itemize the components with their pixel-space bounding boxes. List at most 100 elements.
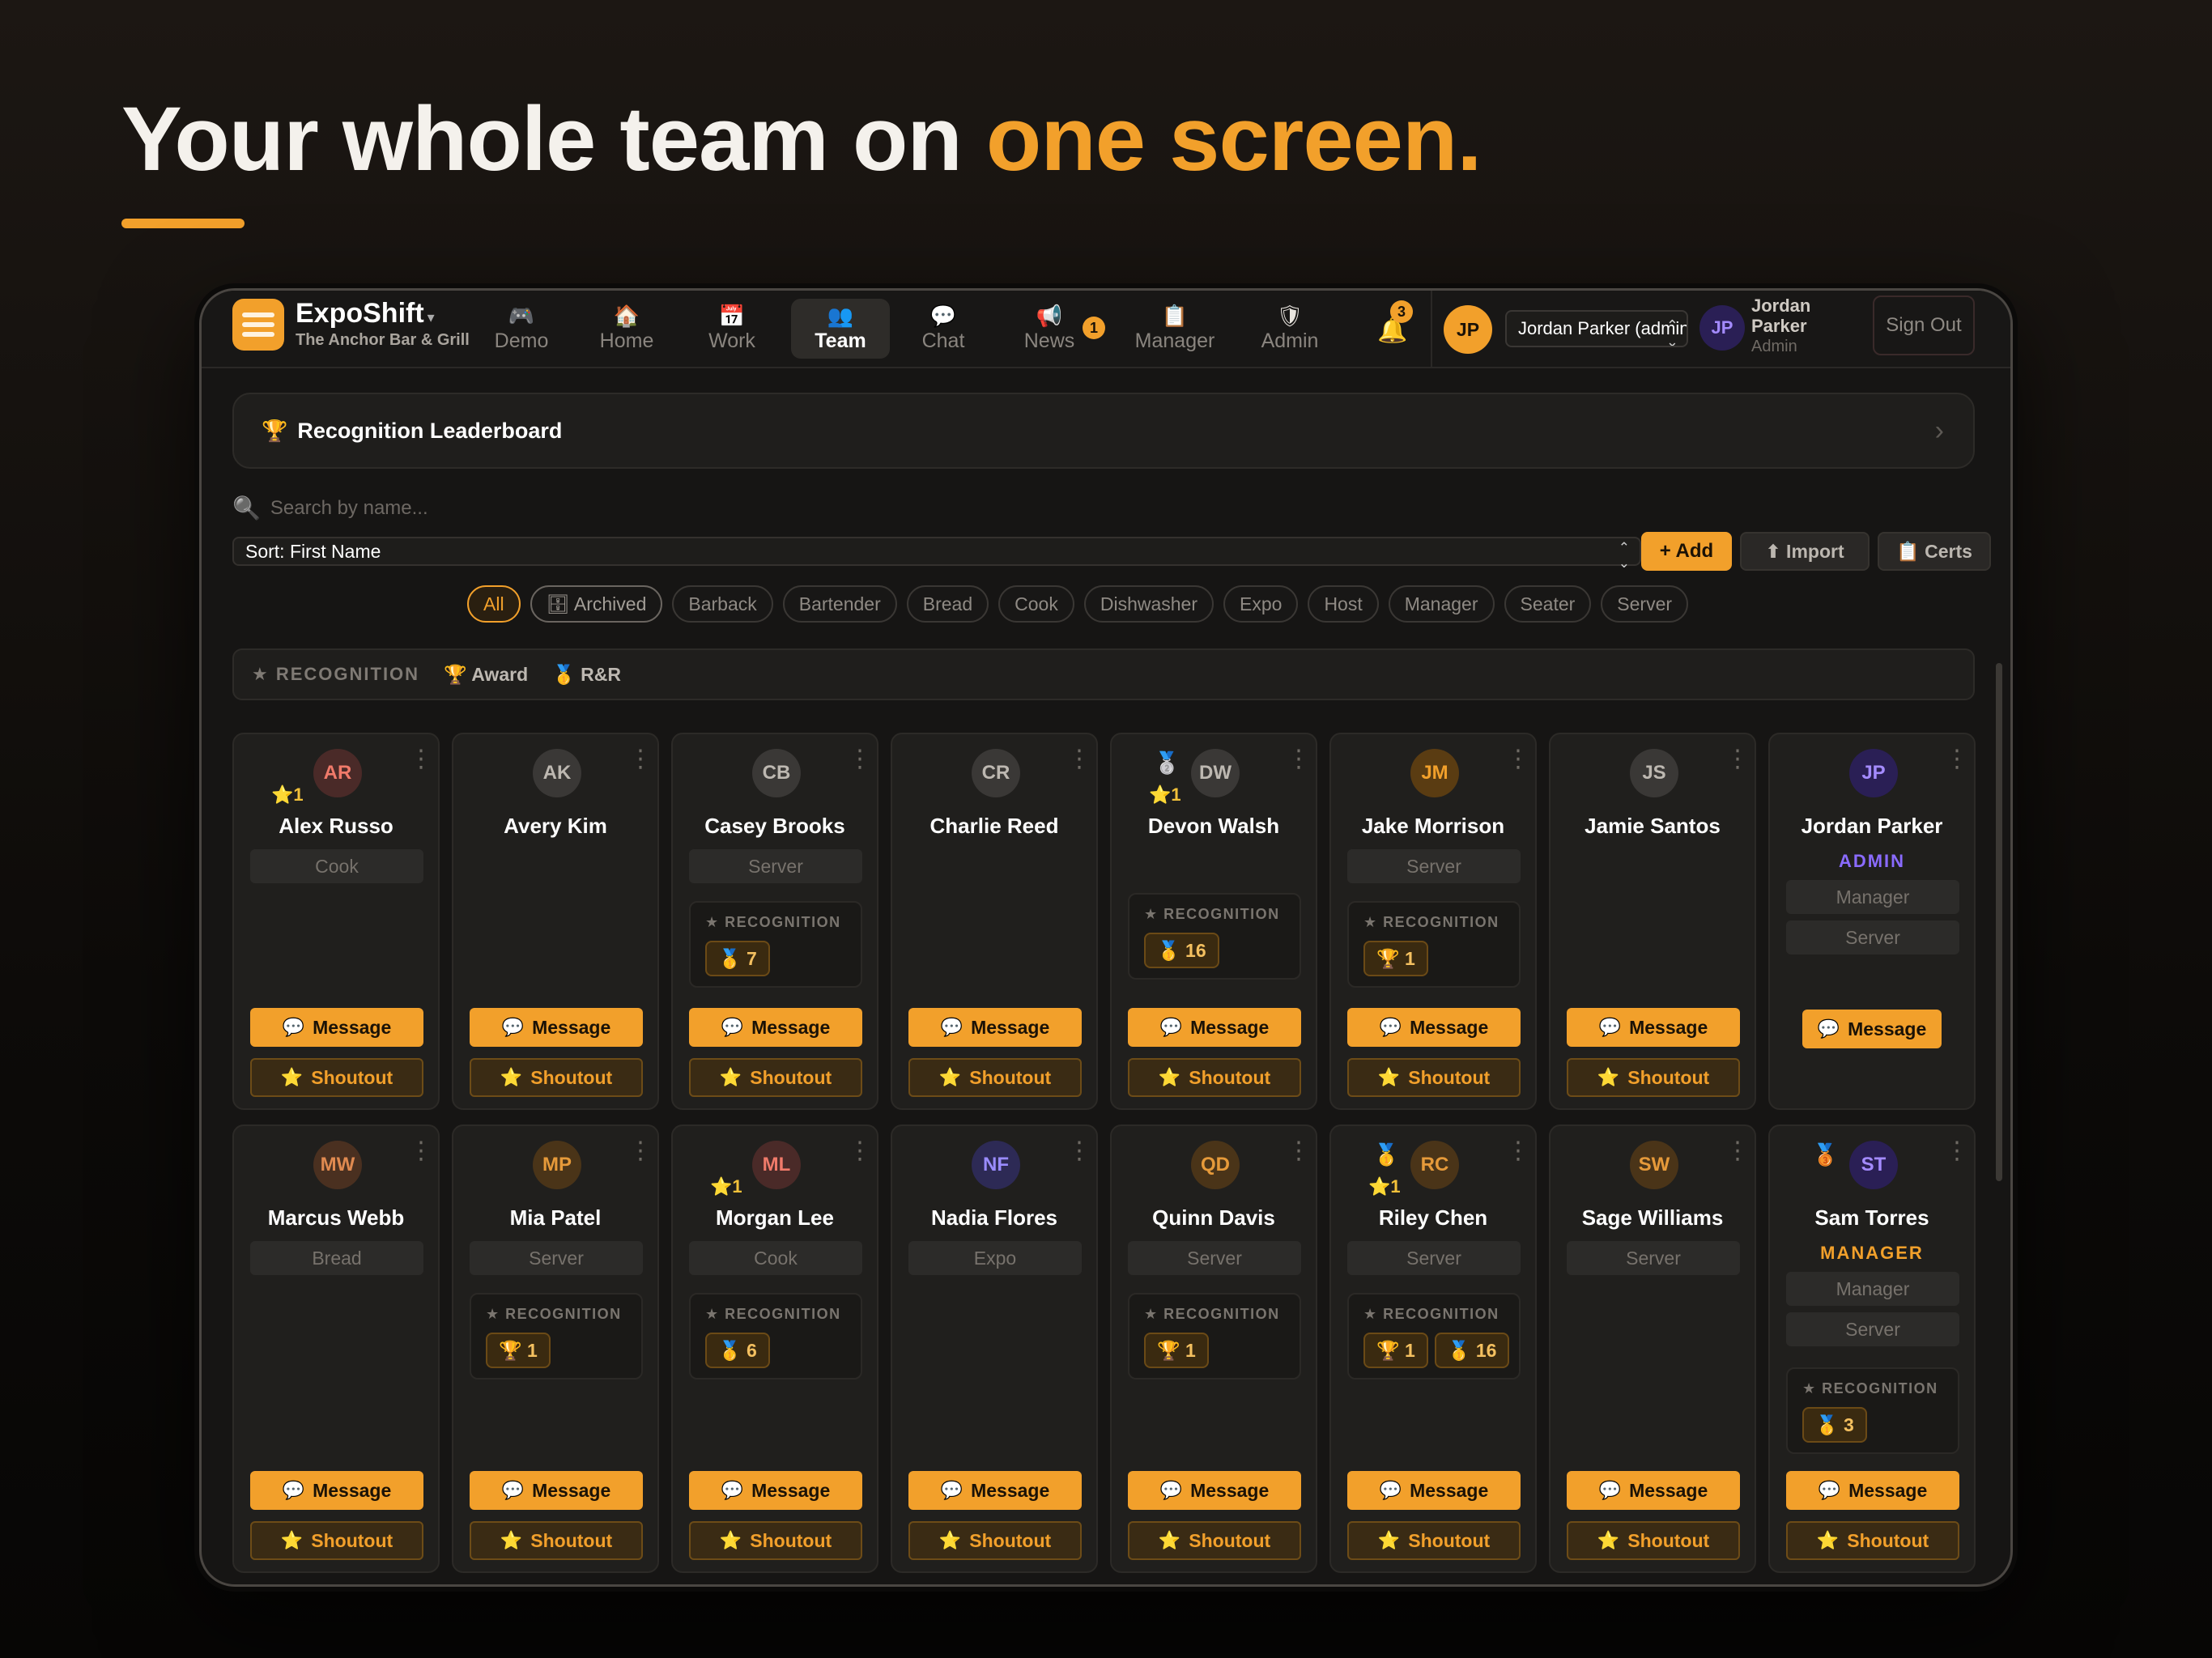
profile-avatar[interactable]: JP bbox=[1699, 305, 1745, 351]
message-button[interactable]: 💬 Message bbox=[470, 1471, 643, 1510]
more-menu-icon[interactable]: ⋮ bbox=[1945, 1139, 1969, 1163]
recognition-badge[interactable]: 🏆 1 bbox=[1144, 1333, 1209, 1368]
message-button[interactable]: 💬 Message bbox=[1567, 1008, 1740, 1047]
more-menu-icon[interactable]: ⋮ bbox=[1287, 747, 1311, 772]
shoutout-button[interactable]: ⭐ Shoutout bbox=[908, 1521, 1082, 1560]
recognition-leaderboard[interactable]: 🏆 Recognition Leaderboard › bbox=[232, 393, 1975, 469]
message-button[interactable]: 💬 Message bbox=[250, 1471, 423, 1510]
filter-chip-seater[interactable]: Seater bbox=[1504, 585, 1592, 623]
message-button[interactable]: 💬 Message bbox=[1802, 1010, 1942, 1048]
shoutout-button[interactable]: ⭐ Shoutout bbox=[1347, 1521, 1521, 1560]
nav-item-news[interactable]: 📢 News 1 bbox=[998, 299, 1105, 359]
filter-chip-manager[interactable]: Manager bbox=[1388, 585, 1495, 623]
recognition-badge[interactable]: 🥇 6 bbox=[705, 1333, 770, 1368]
shoutout-button[interactable]: ⭐ Shoutout bbox=[689, 1521, 862, 1560]
nav-item-team[interactable]: 👥 Team bbox=[791, 299, 890, 359]
message-button[interactable]: 💬 Message bbox=[470, 1008, 643, 1047]
filter-chip-bartender[interactable]: Bartender bbox=[782, 585, 897, 623]
more-menu-icon[interactable]: ⋮ bbox=[628, 1139, 653, 1163]
recognition-badge[interactable]: 🥇 3 bbox=[1802, 1407, 1867, 1443]
member-avatar[interactable]: RC bbox=[1410, 1141, 1459, 1189]
nav-item-admin[interactable]: 🛡 Admin bbox=[1243, 299, 1337, 359]
rr-legend[interactable]: 🥇 R&R bbox=[552, 664, 621, 686]
award-legend[interactable]: 🏆 Award bbox=[444, 664, 528, 686]
shoutout-button[interactable]: ⭐ Shoutout bbox=[1128, 1521, 1301, 1560]
user-avatar[interactable]: JP bbox=[1444, 305, 1492, 354]
more-menu-icon[interactable]: ⋮ bbox=[1725, 747, 1750, 772]
shoutout-button[interactable]: ⭐ Shoutout bbox=[250, 1521, 423, 1560]
recognition-badge[interactable]: 🥇 7 bbox=[705, 941, 770, 976]
message-button[interactable]: 💬 Message bbox=[908, 1471, 1082, 1510]
filter-chip-barback[interactable]: Barback bbox=[672, 585, 773, 623]
member-avatar[interactable]: MP bbox=[533, 1141, 581, 1189]
recognition-badge[interactable]: 🥇 16 bbox=[1434, 1333, 1510, 1368]
member-avatar[interactable]: JP bbox=[1849, 749, 1898, 797]
message-button[interactable]: 💬 Message bbox=[1347, 1008, 1521, 1047]
message-button[interactable]: 💬 Message bbox=[689, 1471, 862, 1510]
shoutout-button[interactable]: ⭐ Shoutout bbox=[1128, 1058, 1301, 1097]
message-button[interactable]: 💬 Message bbox=[1128, 1471, 1301, 1510]
message-button[interactable]: 💬 Message bbox=[1128, 1008, 1301, 1047]
shoutout-button[interactable]: ⭐ Shoutout bbox=[689, 1058, 862, 1097]
nav-item-home[interactable]: 🏠 Home bbox=[582, 299, 671, 359]
filter-chip-server[interactable]: Server bbox=[1601, 585, 1689, 623]
filter-chip-all[interactable]: All bbox=[467, 585, 521, 623]
nav-item-work[interactable]: 📅 Work bbox=[687, 299, 776, 359]
message-button[interactable]: 💬 Message bbox=[1786, 1471, 1959, 1510]
more-menu-icon[interactable]: ⋮ bbox=[1506, 1139, 1530, 1163]
more-menu-icon[interactable]: ⋮ bbox=[1287, 1139, 1311, 1163]
nav-item-demo[interactable]: 🎮 Demo bbox=[477, 299, 566, 359]
member-avatar[interactable]: AK bbox=[533, 749, 581, 797]
recognition-badge[interactable]: 🏆 1 bbox=[1363, 941, 1428, 976]
sign-out-button[interactable]: Sign Out bbox=[1873, 295, 1975, 355]
notifications-button[interactable]: 🔔 3 bbox=[1368, 297, 1416, 354]
nav-item-manager[interactable]: 📋 Manager bbox=[1118, 299, 1231, 359]
brand[interactable]: ExpoShift ▾ The Anchor Bar & Grill bbox=[232, 299, 470, 351]
shoutout-button[interactable]: ⭐ Shoutout bbox=[1567, 1521, 1740, 1560]
member-avatar[interactable]: ML bbox=[752, 1141, 801, 1189]
member-avatar[interactable]: JM bbox=[1410, 749, 1459, 797]
member-avatar[interactable]: QD bbox=[1191, 1141, 1240, 1189]
sort-select[interactable]: Sort: First Name ⌃ ⌄ bbox=[232, 537, 1641, 571]
member-avatar[interactable]: JS bbox=[1630, 749, 1678, 797]
more-menu-icon[interactable]: ⋮ bbox=[848, 747, 872, 772]
more-menu-icon[interactable]: ⋮ bbox=[848, 1139, 872, 1163]
more-menu-icon[interactable]: ⋮ bbox=[628, 747, 653, 772]
member-avatar[interactable]: DW bbox=[1191, 749, 1240, 797]
recognition-badge[interactable]: 🏆 1 bbox=[1363, 1333, 1428, 1368]
more-menu-icon[interactable]: ⋮ bbox=[1067, 1139, 1091, 1163]
brand-caret-icon[interactable]: ▾ bbox=[428, 309, 435, 325]
more-menu-icon[interactable]: ⋮ bbox=[409, 1139, 433, 1163]
message-button[interactable]: 💬 Message bbox=[1567, 1471, 1740, 1510]
certs-button[interactable]: 📋 Certs bbox=[1878, 532, 1991, 571]
more-menu-icon[interactable]: ⋮ bbox=[1067, 747, 1091, 772]
shoutout-button[interactable]: ⭐ Shoutout bbox=[908, 1058, 1082, 1097]
filter-chip-expo[interactable]: Expo bbox=[1223, 585, 1299, 623]
message-button[interactable]: 💬 Message bbox=[689, 1008, 862, 1047]
scrollbar[interactable] bbox=[1996, 663, 2002, 1181]
member-avatar[interactable]: CR bbox=[972, 749, 1020, 797]
message-button[interactable]: 💬 Message bbox=[250, 1008, 423, 1047]
member-avatar[interactable]: CB bbox=[752, 749, 801, 797]
recognition-badge[interactable]: 🏆 1 bbox=[486, 1333, 551, 1368]
message-button[interactable]: 💬 Message bbox=[908, 1008, 1082, 1047]
filter-chip-dishwasher[interactable]: Dishwasher bbox=[1083, 585, 1214, 623]
filter-chip-archived[interactable]: 🗄 Archived bbox=[530, 585, 663, 623]
member-avatar[interactable]: SW bbox=[1630, 1141, 1678, 1189]
member-avatar[interactable]: MW bbox=[313, 1141, 362, 1189]
import-button[interactable]: ⬆ Import bbox=[1740, 532, 1870, 571]
filter-chip-host[interactable]: Host bbox=[1308, 585, 1379, 623]
member-avatar[interactable]: ST bbox=[1849, 1141, 1898, 1189]
shoutout-button[interactable]: ⭐ Shoutout bbox=[1786, 1521, 1959, 1560]
shoutout-button[interactable]: ⭐ Shoutout bbox=[470, 1058, 643, 1097]
more-menu-icon[interactable]: ⋮ bbox=[1945, 747, 1969, 772]
member-avatar[interactable]: AR bbox=[313, 749, 362, 797]
shoutout-button[interactable]: ⭐ Shoutout bbox=[250, 1058, 423, 1097]
message-button[interactable]: 💬 Message bbox=[1347, 1471, 1521, 1510]
shoutout-button[interactable]: ⭐ Shoutout bbox=[470, 1521, 643, 1560]
recognition-badge[interactable]: 🥇 16 bbox=[1144, 933, 1219, 968]
nav-item-chat[interactable]: 💬 Chat bbox=[898, 299, 989, 359]
user-switcher-select[interactable]: Jordan Parker (admin) ⌃ ⌄ bbox=[1505, 310, 1688, 347]
filter-chip-bread[interactable]: Bread bbox=[906, 585, 989, 623]
shoutout-button[interactable]: ⭐ Shoutout bbox=[1567, 1058, 1740, 1097]
